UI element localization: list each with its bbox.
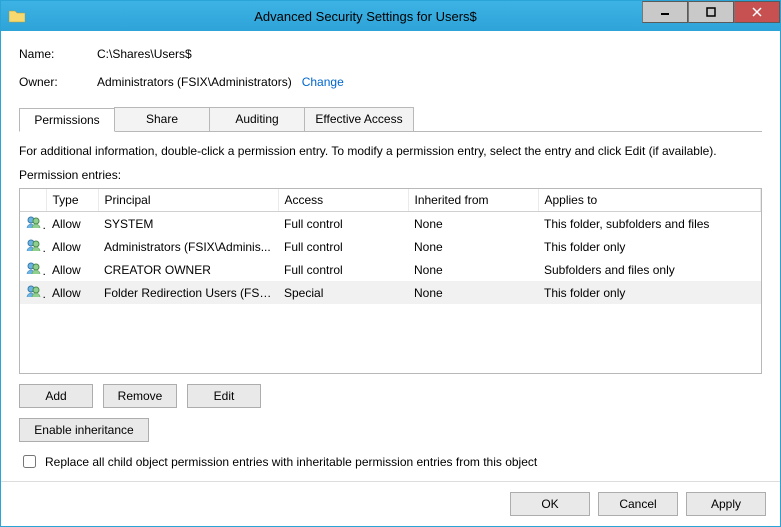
tab-share[interactable]: Share	[114, 107, 210, 131]
users-icon	[20, 281, 46, 304]
cell-type: Allow	[46, 258, 98, 281]
cell-principal: Folder Redirection Users (FSIX...	[98, 281, 278, 304]
col-type[interactable]: Type	[46, 189, 98, 212]
inherit-row: Enable inheritance	[19, 418, 762, 442]
cell-principal: CREATOR OWNER	[98, 258, 278, 281]
cell-principal: Administrators (FSIX\Adminis...	[98, 235, 278, 258]
col-applies[interactable]: Applies to	[538, 189, 761, 212]
owner-row: Owner: Administrators (FSIX\Administrato…	[19, 75, 762, 89]
name-label: Name:	[19, 47, 97, 61]
grid-buttons: Add Remove Edit	[19, 384, 762, 408]
cell-applies: This folder, subfolders and files	[538, 212, 761, 236]
cell-access: Full control	[278, 235, 408, 258]
enable-inheritance-button[interactable]: Enable inheritance	[19, 418, 149, 442]
tab-strip: Permissions Share Auditing Effective Acc…	[19, 107, 762, 132]
help-text: For additional information, double-click…	[19, 144, 762, 158]
col-principal[interactable]: Principal	[98, 189, 278, 212]
tab-effective-access[interactable]: Effective Access	[304, 107, 414, 131]
cell-access: Special	[278, 281, 408, 304]
replace-checkbox[interactable]	[23, 455, 36, 468]
cell-principal: SYSTEM	[98, 212, 278, 236]
cell-applies: Subfolders and files only	[538, 258, 761, 281]
titlebar: Advanced Security Settings for Users$	[1, 1, 780, 31]
window-controls	[642, 1, 780, 23]
name-value: C:\Shares\Users$	[97, 47, 192, 61]
ok-button[interactable]: OK	[510, 492, 590, 516]
users-icon	[20, 212, 46, 236]
close-button[interactable]	[734, 1, 780, 23]
users-icon	[20, 258, 46, 281]
col-inherited[interactable]: Inherited from	[408, 189, 538, 212]
cell-inherited: None	[408, 258, 538, 281]
add-button[interactable]: Add	[19, 384, 93, 408]
cell-type: Allow	[46, 281, 98, 304]
dialog-footer: OK Cancel Apply	[1, 481, 780, 526]
cell-inherited: None	[408, 212, 538, 236]
cell-applies: This folder only	[538, 235, 761, 258]
window: Advanced Security Settings for Users$ Na…	[0, 0, 781, 527]
table-row[interactable]: AllowAdministrators (FSIX\Adminis...Full…	[20, 235, 761, 258]
apply-button[interactable]: Apply	[686, 492, 766, 516]
tab-permissions[interactable]: Permissions	[19, 108, 115, 132]
minimize-button[interactable]	[642, 1, 688, 23]
table-row[interactable]: AllowFolder Redirection Users (FSIX...Sp…	[20, 281, 761, 304]
cell-type: Allow	[46, 235, 98, 258]
replace-row: Replace all child object permission entr…	[19, 452, 762, 471]
cell-access: Full control	[278, 258, 408, 281]
replace-label: Replace all child object permission entr…	[45, 455, 537, 469]
owner-value: Administrators (FSIX\Administrators)	[97, 75, 292, 89]
cell-access: Full control	[278, 212, 408, 236]
cancel-button[interactable]: Cancel	[598, 492, 678, 516]
permissions-panel: For additional information, double-click…	[19, 132, 762, 471]
name-row: Name: C:\Shares\Users$	[19, 47, 762, 61]
change-owner-link[interactable]: Change	[302, 75, 344, 89]
maximize-button[interactable]	[688, 1, 734, 23]
table-row[interactable]: AllowCREATOR OWNERFull controlNoneSubfol…	[20, 258, 761, 281]
users-icon	[20, 235, 46, 258]
content-area: Name: C:\Shares\Users$ Owner: Administra…	[1, 31, 780, 481]
table-row[interactable]: AllowSYSTEMFull controlNoneThis folder, …	[20, 212, 761, 236]
entries-label: Permission entries:	[19, 168, 762, 182]
col-icon[interactable]	[20, 189, 46, 212]
cell-applies: This folder only	[538, 281, 761, 304]
col-access[interactable]: Access	[278, 189, 408, 212]
cell-inherited: None	[408, 281, 538, 304]
remove-button[interactable]: Remove	[103, 384, 177, 408]
cell-inherited: None	[408, 235, 538, 258]
cell-type: Allow	[46, 212, 98, 236]
permissions-grid[interactable]: Type Principal Access Inherited from App…	[19, 188, 762, 374]
tab-auditing[interactable]: Auditing	[209, 107, 305, 131]
owner-label: Owner:	[19, 75, 97, 89]
edit-button[interactable]: Edit	[187, 384, 261, 408]
